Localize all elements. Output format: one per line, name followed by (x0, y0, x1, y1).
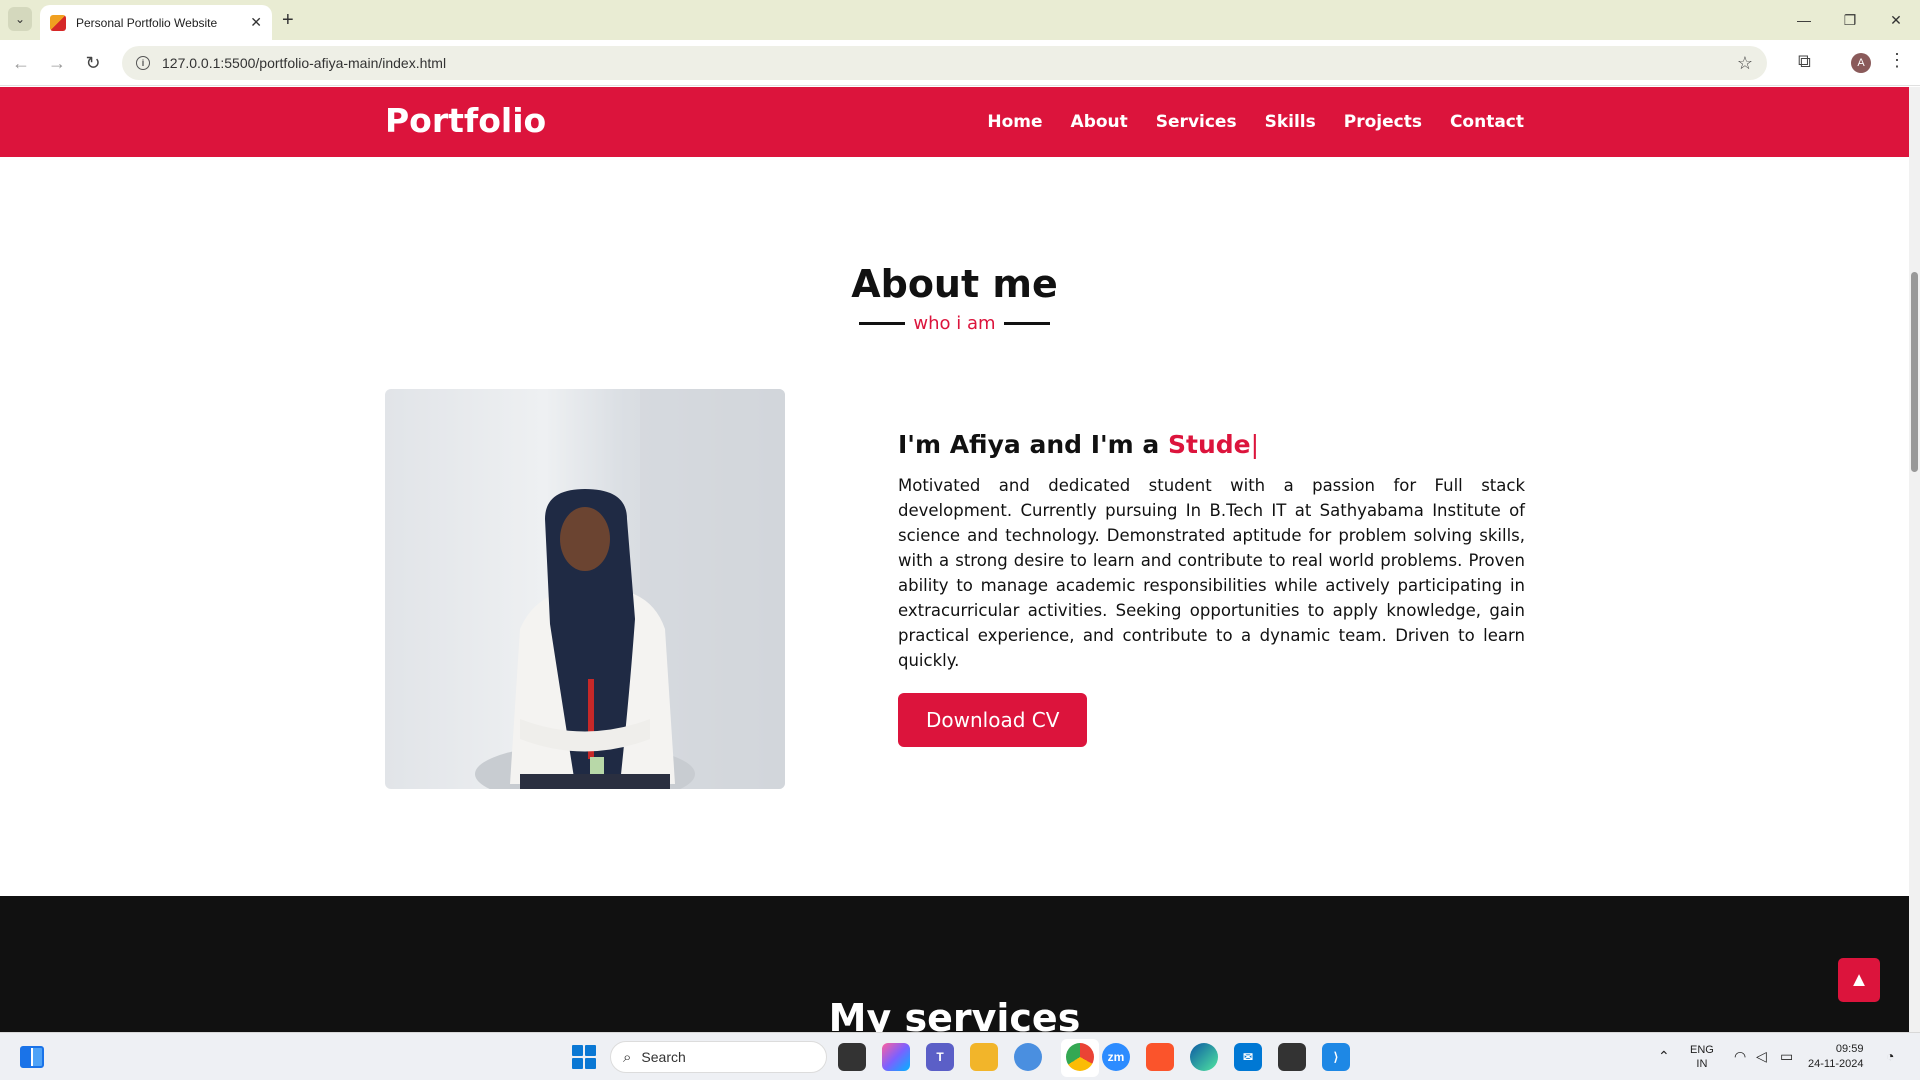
typing-cursor: | (1250, 430, 1260, 459)
close-window-icon[interactable]: ✕ (1884, 8, 1908, 32)
battery-icon[interactable]: ▭ (1780, 1048, 1793, 1065)
url-text[interactable]: 127.0.0.1:5500/portfolio-afiya-main/inde… (162, 55, 1737, 71)
file-explorer-icon[interactable] (970, 1043, 998, 1071)
lang-line-1: ENG (1690, 1044, 1714, 1056)
site-logo[interactable]: Portfolio (385, 101, 546, 140)
typed-role: Stude (1168, 430, 1251, 459)
wifi-icon[interactable]: ◠ (1734, 1048, 1746, 1065)
scrollbar-thumb[interactable] (1911, 272, 1918, 472)
lang-line-2: IN (1696, 1058, 1708, 1070)
nav-home[interactable]: Home (987, 112, 1042, 132)
back-icon[interactable]: ← (10, 52, 32, 74)
services-section: My services (0, 896, 1909, 1032)
close-tab-icon[interactable]: ✕ (250, 14, 262, 31)
tab-search-icon[interactable]: ⌄ (8, 7, 32, 31)
language-indicator[interactable]: ENG IN (1690, 1033, 1714, 1080)
widgets-icon[interactable] (20, 1046, 44, 1068)
browser-tab[interactable]: Personal Portfolio Website ✕ (40, 5, 272, 40)
divider-line (1003, 322, 1050, 325)
minimize-icon[interactable]: — (1792, 8, 1816, 32)
section-title: About me (851, 262, 1058, 306)
copilot-icon[interactable] (882, 1043, 910, 1071)
about-section: About me who i am I'm Afiya and I'm a St… (0, 157, 1909, 896)
taskbar-search[interactable]: ⌕ Search (610, 1041, 827, 1073)
main-nav: Home About Services Skills Projects Cont… (987, 87, 1524, 157)
notification-bell-icon[interactable]: ◔ (1886, 1048, 1894, 1064)
clock-date: 24-11-2024 (1808, 1058, 1864, 1070)
volume-icon[interactable]: ◁ (1756, 1048, 1767, 1065)
scroll-to-top-button[interactable]: ▲ (1838, 958, 1880, 1002)
address-bar[interactable]: i 127.0.0.1:5500/portfolio-afiya-main/in… (122, 46, 1767, 80)
edge-icon[interactable] (1190, 1043, 1218, 1071)
mail-icon[interactable]: ✉ (1234, 1043, 1262, 1071)
divider-line (859, 322, 906, 325)
nav-contact[interactable]: Contact (1450, 112, 1524, 132)
menu-kebab-icon[interactable]: ⋮ (1888, 50, 1906, 71)
nav-about[interactable]: About (1071, 112, 1128, 132)
chevron-up-icon[interactable]: ⌃ (1658, 1048, 1670, 1065)
chevron-up-icon: ▲ (1849, 968, 1869, 991)
browser-tab-strip: ⌄ Personal Portfolio Website ✕ + — ❐ ✕ (0, 0, 1920, 40)
browser-app-icon[interactable] (1014, 1043, 1042, 1071)
services-title: My services (828, 996, 1081, 1032)
bio-paragraph: Motivated and dedicated student with a p… (898, 476, 1525, 670)
profile-photo (385, 389, 785, 789)
tab-title: Personal Portfolio Website (76, 15, 218, 30)
page-scrollbar[interactable] (1909, 87, 1920, 1032)
store-icon[interactable] (1278, 1043, 1306, 1071)
os-taskbar: ⌕ Search T zm ✉ ⟩ ⌃ ENG IN ◠ ◁ ▭ 09:59 2… (0, 1032, 1920, 1080)
browser-toolbar: ← → ↻ i 127.0.0.1:5500/portfolio-afiya-m… (0, 40, 1920, 86)
profile-avatar[interactable]: A (1851, 53, 1871, 73)
nav-skills[interactable]: Skills (1265, 112, 1316, 132)
chrome-icon[interactable] (1066, 1043, 1094, 1071)
download-cv-button[interactable]: Download CV (898, 693, 1088, 747)
brave-icon[interactable] (1146, 1043, 1174, 1071)
clock[interactable]: 09:59 24-11-2024 (1808, 1033, 1863, 1080)
about-content: I'm Afiya and I'm a Stude| Motivated and… (898, 430, 1525, 747)
teams-icon[interactable]: T (926, 1043, 954, 1071)
reload-icon[interactable]: ↻ (82, 52, 104, 74)
vscode-icon[interactable]: ⟩ (1322, 1043, 1350, 1071)
intro-prefix: I'm Afiya and I'm a (898, 430, 1169, 459)
nav-projects[interactable]: Projects (1344, 112, 1422, 132)
site-info-icon[interactable]: i (136, 56, 150, 70)
puzzle-icon[interactable]: ⧉ (1798, 51, 1811, 72)
intro-heading: I'm Afiya and I'm a Stude| (898, 430, 1525, 459)
restore-icon[interactable]: ❐ (1838, 8, 1862, 32)
start-icon[interactable] (572, 1045, 596, 1069)
task-view-icon[interactable] (838, 1043, 866, 1071)
section-subtitle-row: who i am (0, 313, 1909, 334)
new-tab-icon[interactable]: + (282, 8, 294, 32)
site-header: Portfolio Home About Services Skills Pro… (0, 87, 1909, 157)
star-icon[interactable]: ☆ (1737, 53, 1753, 74)
zoom-icon[interactable]: zm (1102, 1043, 1130, 1071)
nav-services[interactable]: Services (1156, 112, 1237, 132)
search-placeholder: Search (641, 1049, 686, 1065)
forward-icon[interactable]: → (46, 52, 68, 74)
favicon-icon (50, 14, 66, 31)
search-icon: ⌕ (623, 1048, 632, 1066)
clock-time: 09:59 (1835, 1043, 1864, 1055)
section-subtitle: who i am (913, 313, 996, 334)
